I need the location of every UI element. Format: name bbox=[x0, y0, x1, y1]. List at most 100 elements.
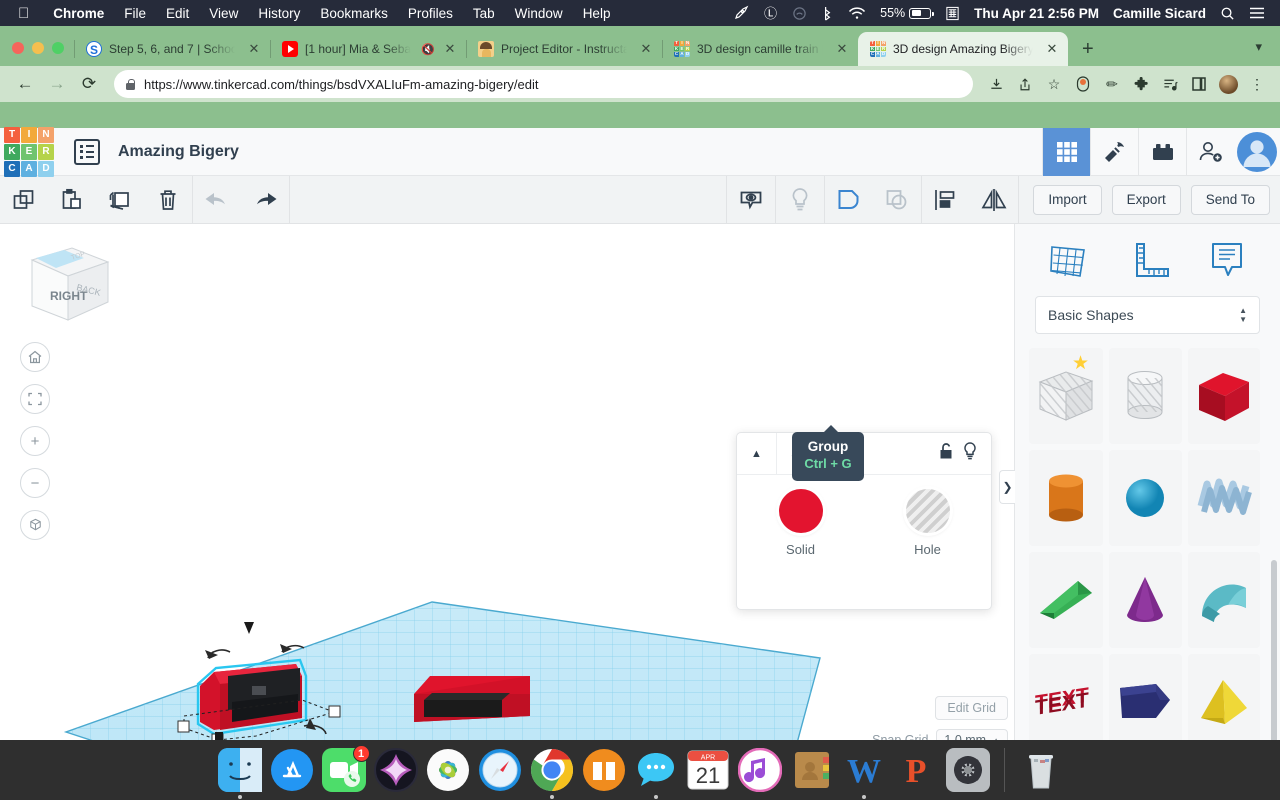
dock-item-chrome[interactable] bbox=[530, 748, 574, 799]
dock-item-photos[interactable] bbox=[426, 748, 470, 792]
shape-item-purple-cone[interactable] bbox=[1109, 552, 1182, 648]
shape-item-box[interactable]: ★ bbox=[1029, 348, 1103, 444]
shape-category-select[interactable]: Basic Shapes ▲ ▼ bbox=[1035, 296, 1260, 334]
shape-item-cylinder-hole[interactable] bbox=[1109, 348, 1182, 444]
menu-item-history[interactable]: History bbox=[248, 6, 310, 21]
zoom-in-plus-icon[interactable]: + bbox=[20, 426, 50, 456]
workplane-grid-icon[interactable] bbox=[1040, 234, 1098, 286]
page-title[interactable]: Amazing Bigery bbox=[118, 143, 239, 161]
forward-button[interactable]: → bbox=[42, 70, 72, 98]
ortho-cube-view-icon[interactable] bbox=[20, 510, 50, 540]
hole-hatch-circle[interactable] bbox=[905, 489, 950, 533]
solid-swatch[interactable]: Solid bbox=[737, 489, 864, 557]
menu-item-profiles[interactable]: Profiles bbox=[398, 6, 463, 21]
control-center-icon[interactable] bbox=[1242, 6, 1272, 20]
shape-inspector-panel[interactable]: ▲ Shapes(3) bbox=[736, 432, 992, 610]
copy-button[interactable] bbox=[0, 176, 48, 224]
close-tab-button[interactable]: ✕ bbox=[246, 41, 262, 57]
chrome-menu-icon[interactable]: ⋮ bbox=[1244, 71, 1270, 97]
new-tab-button[interactable]: + bbox=[1068, 39, 1108, 66]
menubar-user-name[interactable]: Camille Sicard bbox=[1106, 6, 1213, 21]
dock-item-powerpoint[interactable]: P bbox=[894, 748, 938, 792]
battery-status[interactable]: 55% bbox=[873, 6, 938, 20]
shape-item-pyramid[interactable] bbox=[1187, 654, 1260, 750]
menu-item-bookmarks[interactable]: Bookmarks bbox=[310, 6, 398, 21]
browser-tab-schoology[interactable]: S Step 5, 6, and 7 | Schoology ✕ bbox=[74, 32, 270, 66]
duplicate-button[interactable] bbox=[96, 176, 144, 224]
browser-tab-instructables[interactable]: Project Editor - Instructables ✕ bbox=[466, 32, 662, 66]
screen-capture-icon[interactable] bbox=[938, 6, 967, 21]
edit-grid-button[interactable]: Edit Grid bbox=[935, 696, 1008, 720]
minimize-window-button[interactable] bbox=[32, 42, 44, 54]
project-list-icon[interactable] bbox=[74, 138, 100, 165]
browser-tab-tinkercad-amazing-bigery[interactable]: TIN KER CAD 3D design Amazing Bigery ✕ bbox=[858, 32, 1068, 66]
close-tab-button[interactable]: ✕ bbox=[834, 41, 850, 57]
dock-item-system-preferences[interactable] bbox=[945, 748, 990, 792]
menu-item-edit[interactable]: Edit bbox=[156, 6, 199, 21]
dock-item-contacts[interactable] bbox=[790, 748, 834, 792]
shapes-panel-scrollbar[interactable] bbox=[1271, 560, 1277, 766]
add-person-icon[interactable] bbox=[1186, 127, 1234, 176]
dock-item-messages[interactable] bbox=[634, 748, 678, 799]
solid-color-circle[interactable] bbox=[778, 489, 823, 533]
shape-item-polygon[interactable] bbox=[1109, 654, 1182, 750]
menu-item-window[interactable]: Window bbox=[505, 6, 573, 21]
share-icon[interactable] bbox=[1012, 71, 1038, 97]
undo-arrow-icon[interactable] bbox=[193, 176, 241, 224]
browser-tab-youtube[interactable]: [1 hour] Mia & Sebastian's Theme 🔇 ✕ bbox=[270, 32, 466, 66]
rocket-icon[interactable] bbox=[726, 5, 756, 21]
menubar-clock[interactable]: Thu Apr 21 2:56 PM bbox=[967, 6, 1106, 21]
shape-item-text[interactable]: TEXT TEXT bbox=[1029, 654, 1103, 750]
record-icon[interactable] bbox=[1070, 71, 1096, 97]
bookmark-star-icon[interactable]: ☆ bbox=[1041, 71, 1067, 97]
collapse-triangle-up-icon[interactable]: ▲ bbox=[737, 432, 777, 475]
wifi-icon[interactable] bbox=[841, 6, 873, 20]
tinkercad-logo[interactable]: T I N K E R C A D bbox=[4, 126, 54, 177]
dock-item-trash[interactable] bbox=[1019, 748, 1063, 792]
dock-item-facetime[interactable]: 1 bbox=[321, 745, 370, 792]
puzzle-extension-icon[interactable] bbox=[1128, 71, 1154, 97]
home-icon[interactable] bbox=[20, 342, 50, 372]
dock-item-finder[interactable] bbox=[217, 748, 262, 799]
profile-avatar[interactable] bbox=[1215, 71, 1241, 97]
view-cube[interactable]: RIGHT BACK TOP bbox=[14, 232, 114, 337]
shape-item-blue-sphere[interactable] bbox=[1109, 450, 1182, 546]
menu-item-file[interactable]: File bbox=[114, 6, 156, 21]
dock-item-calendar[interactable]: APR 21 bbox=[686, 748, 730, 792]
bricks-icon[interactable] bbox=[1138, 127, 1186, 176]
close-tab-button[interactable]: ✕ bbox=[638, 41, 654, 57]
mirror-icon[interactable] bbox=[970, 176, 1018, 224]
pencil-extension-icon[interactable]: ✏ bbox=[1099, 71, 1125, 97]
shape-item-green-wedge[interactable] bbox=[1029, 552, 1103, 648]
tab-mute-icon[interactable]: 🔇 bbox=[421, 43, 435, 56]
notification-alert-icon[interactable]: Ⓛ bbox=[756, 6, 785, 21]
close-tab-button[interactable]: ✕ bbox=[442, 41, 458, 57]
address-bar[interactable]: https://www.tinkercad.com/things/bsdVXAL… bbox=[114, 70, 973, 98]
dock-item-word[interactable]: W bbox=[842, 748, 886, 799]
import-button[interactable]: Import bbox=[1033, 184, 1102, 215]
maximize-window-button[interactable] bbox=[52, 42, 64, 54]
airdrop-icon[interactable] bbox=[785, 6, 814, 21]
export-button[interactable]: Export bbox=[1111, 184, 1181, 215]
3d-canvas[interactable]: RIGHT BACK TOP + − Edit Grid ▲ Solid Hol… bbox=[0, 224, 1280, 766]
note-icon[interactable] bbox=[1198, 234, 1256, 286]
bluetooth-icon[interactable] bbox=[814, 6, 841, 21]
send-to-button[interactable]: Send To bbox=[1190, 184, 1270, 215]
install-icon[interactable] bbox=[983, 71, 1009, 97]
close-window-button[interactable] bbox=[12, 42, 24, 54]
shape-item-round-roof[interactable] bbox=[1187, 552, 1260, 648]
align-icon[interactable] bbox=[922, 176, 970, 224]
lightbulb-icon[interactable] bbox=[776, 176, 824, 224]
dock-item-ibooks[interactable] bbox=[582, 748, 626, 792]
group-shapes-icon[interactable] bbox=[825, 176, 873, 224]
hole-swatch[interactable]: Hole bbox=[864, 489, 991, 557]
dock-item-itunes[interactable] bbox=[737, 748, 782, 792]
dock-item-app-store[interactable] bbox=[270, 748, 314, 792]
menu-item-tab[interactable]: Tab bbox=[463, 6, 505, 21]
fit-all-icon[interactable] bbox=[20, 384, 50, 414]
redo-arrow-icon[interactable] bbox=[241, 176, 289, 224]
blocks-view-button[interactable] bbox=[1042, 127, 1090, 176]
show-hide-eye-tag-icon[interactable] bbox=[727, 176, 775, 224]
reading-list-icon[interactable] bbox=[1157, 71, 1183, 97]
lightbulb-icon[interactable] bbox=[961, 441, 979, 466]
